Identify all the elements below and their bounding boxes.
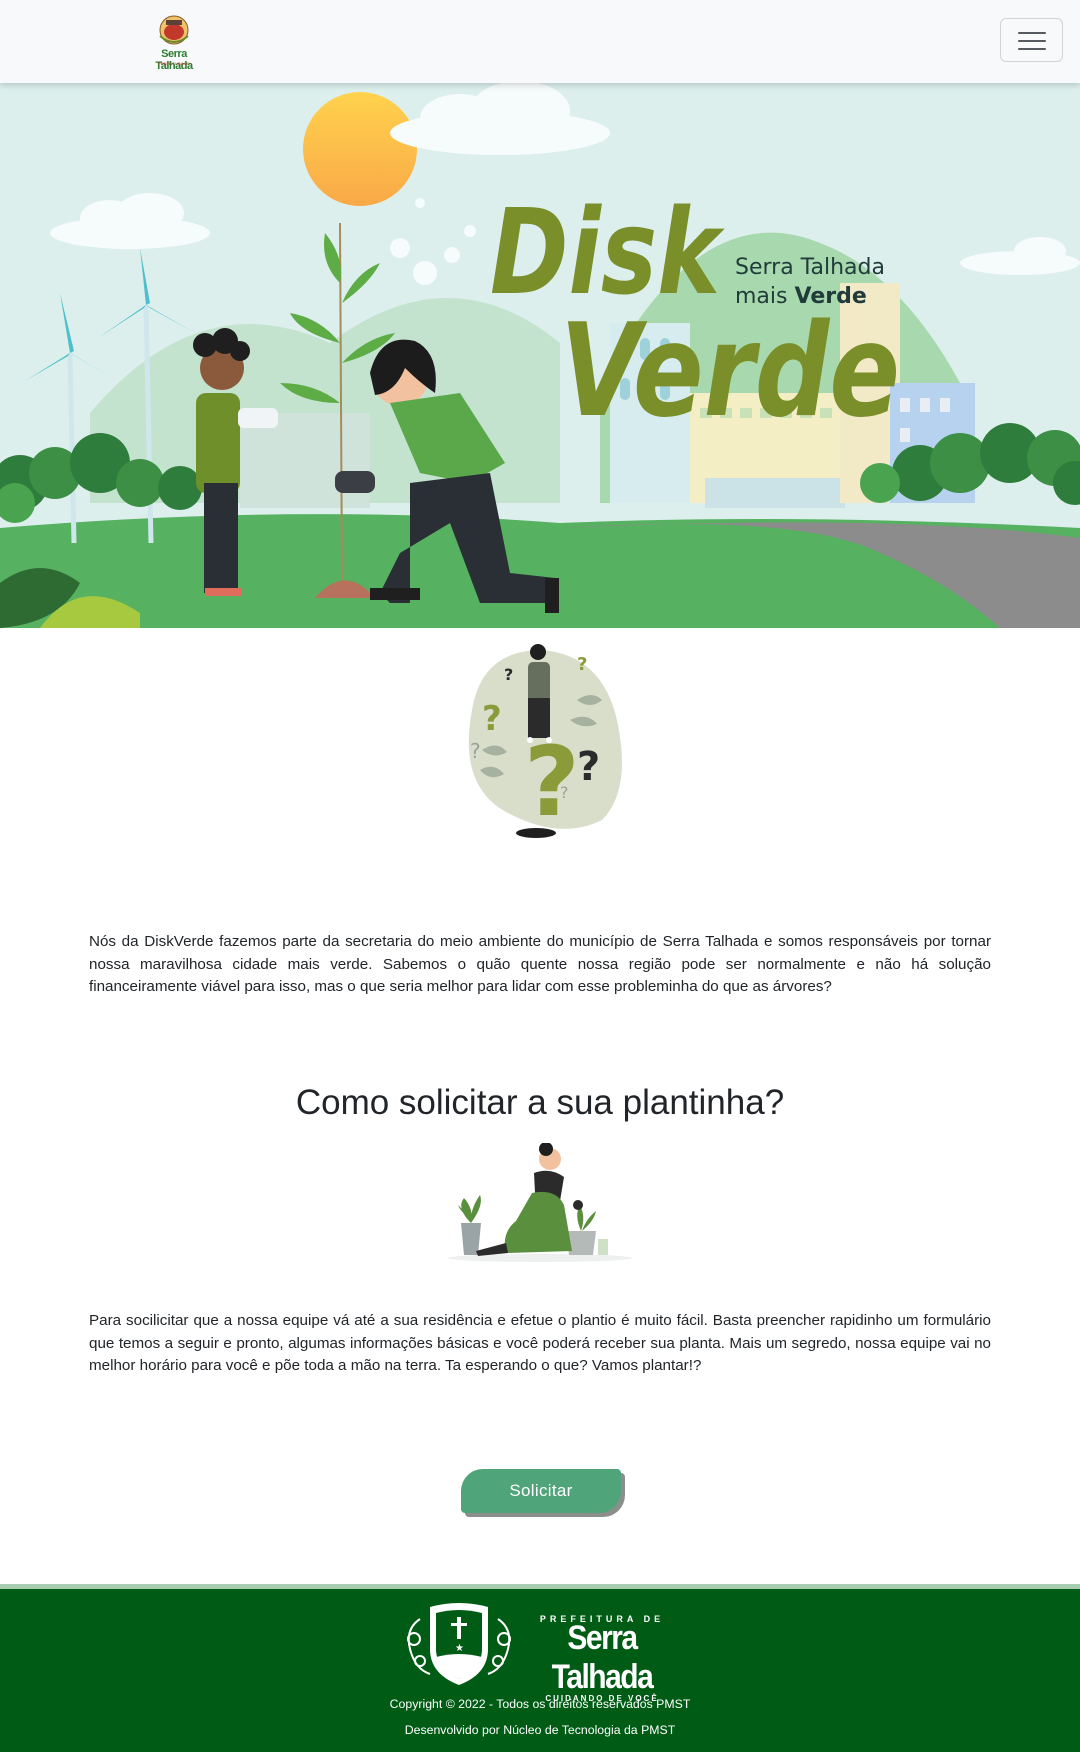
svg-text:?: ? xyxy=(470,739,481,763)
request-section-title: Como solicitar a sua plantinha? xyxy=(295,1083,785,1122)
svg-text:?: ? xyxy=(504,665,513,684)
hero-subtitle-line1: Serra Talhada xyxy=(735,255,885,280)
svg-text:?: ? xyxy=(577,654,587,675)
menu-toggle-button[interactable] xyxy=(1000,18,1063,62)
svg-text:★: ★ xyxy=(455,1643,464,1654)
hero-title-verde: Verde xyxy=(560,297,900,443)
logo-name: Serra Talhada xyxy=(155,48,193,72)
svg-text:?: ? xyxy=(482,699,502,739)
gardener-planting-illustration xyxy=(446,1142,634,1265)
svg-text:?: ? xyxy=(524,726,580,838)
serra-talhada-logo[interactable]: Serra Talhada PREFEITURA DE xyxy=(146,12,202,72)
footer-brand-name: Serra Talhada xyxy=(551,1618,654,1696)
logo-prefix: PREFEITURA DE xyxy=(158,61,190,66)
city-crest-icon: ★ xyxy=(407,1603,511,1685)
svg-text:?: ? xyxy=(560,783,569,802)
footer: ★ PREFEITURA DE Serra Talhada CUIDANDO D… xyxy=(0,1589,1080,1752)
footer-brand: PREFEITURA DE Serra Talhada CUIDANDO DE … xyxy=(522,1614,682,1703)
navbar: Serra Talhada PREFEITURA DE xyxy=(0,0,1080,83)
footer-copyright: Copyright © 2022 - Todos os direitos res… xyxy=(389,1697,691,1711)
logo-emblem-icon xyxy=(159,15,189,45)
hero-subtitle-bold: Verde xyxy=(794,284,867,309)
disk-verde-logo: Disk Verde xyxy=(490,193,900,443)
hero-subtitle: Serra Talhada mais Verde xyxy=(735,253,885,311)
hero-subtitle-prefix: mais xyxy=(735,284,788,309)
footer-developer: Desenvolvido por Núcleo de Tecnologia da… xyxy=(404,1723,676,1737)
request-paragraph: Para socilicitar que a nossa equipe vá a… xyxy=(89,1312,991,1374)
question-person-illustration: ? ? ? ? ? ? ? xyxy=(452,640,630,840)
svg-text:?: ? xyxy=(577,744,600,790)
hero-banner: Disk Verde Serra Talhada mais Verde xyxy=(0,83,1080,628)
intro-paragraph: Nós da DiskVerde fazemos parte da secret… xyxy=(89,933,991,995)
solicitar-button[interactable]: Solicitar xyxy=(461,1469,621,1513)
hamburger-icon xyxy=(1018,32,1046,34)
